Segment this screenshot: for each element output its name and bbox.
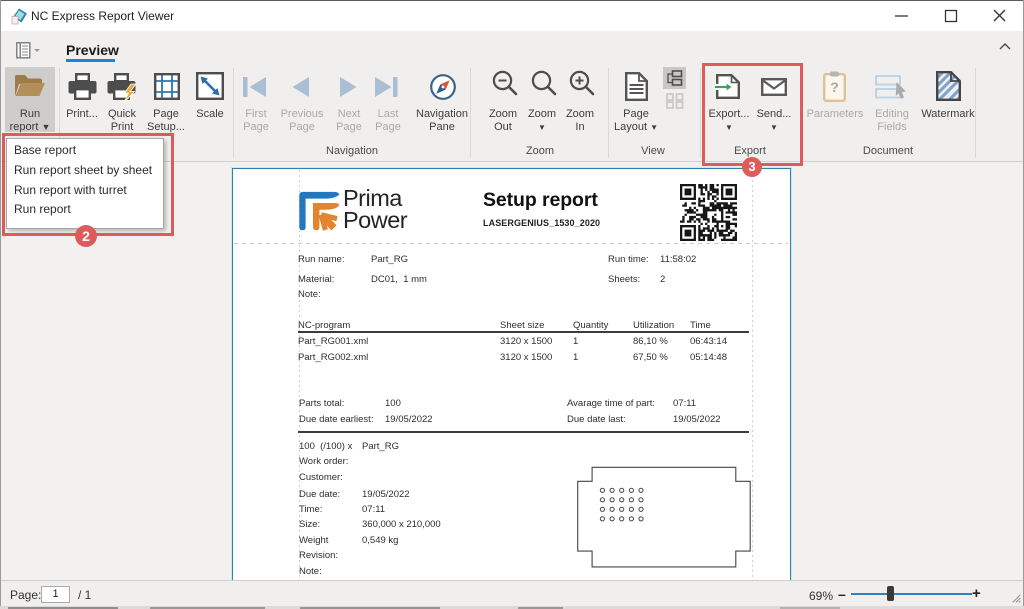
- svg-text:?: ?: [830, 79, 839, 95]
